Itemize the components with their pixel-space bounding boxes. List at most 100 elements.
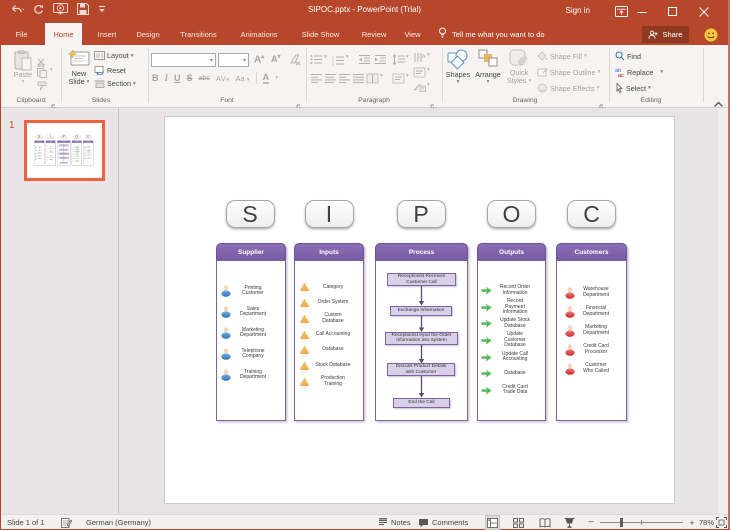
numbering-icon[interactable]: 123 — [332, 52, 345, 70]
tab-home[interactable]: Home — [45, 23, 82, 45]
slide-thumbnail[interactable]: SIPOCSupplier Printing Customer Sales De… — [24, 120, 105, 181]
reading-view-button[interactable] — [537, 515, 552, 530]
column-body-outputs[interactable]: Record Order Information Record Payment … — [72, 143, 82, 165]
reset-button[interactable]: Reset — [94, 65, 126, 75]
columns-icon[interactable] — [392, 71, 405, 89]
paragraph-dialog-launcher-icon[interactable] — [430, 98, 437, 105]
column-header-supplier[interactable]: Supplier — [216, 243, 286, 260]
column-body-outputs[interactable]: Record Order Information Record Payment … — [477, 260, 546, 421]
share-button[interactable]: Share — [642, 26, 689, 43]
tab-animations[interactable]: Animations — [232, 23, 286, 45]
change-case-button[interactable]: Aa ▾ — [236, 74, 250, 83]
comments-button[interactable]: Comments — [418, 515, 468, 530]
copy-dropdown-arrow[interactable]: ▾ — [50, 67, 53, 73]
normal-view-button[interactable] — [485, 515, 500, 530]
find-button[interactable]: Find — [615, 51, 641, 61]
column-body-inputs[interactable]: Category Order System Custom Database Ca… — [294, 260, 364, 421]
sipoc-letter-i[interactable]: I — [305, 200, 354, 228]
column-body-customers[interactable]: Warehouse Department Financial Departmen… — [556, 260, 627, 421]
tab-design[interactable]: Design — [131, 23, 165, 45]
shape-effects-button[interactable]: Shape Effects▾ — [537, 83, 599, 93]
drawing-dialog-launcher-icon[interactable] — [599, 98, 606, 105]
slide-show-button[interactable] — [562, 515, 577, 530]
process-step-2[interactable]: Exchange Information — [390, 306, 452, 316]
text-shadow-button[interactable]: abc — [199, 75, 210, 82]
process-step-1[interactable]: Receptionist Receives Customer Call — [387, 273, 456, 286]
tell-me-box[interactable]: Tell me what you want to do — [438, 23, 545, 45]
strikethrough-button[interactable]: S — [187, 73, 193, 83]
column-header-inputs[interactable]: Inputs — [294, 243, 364, 260]
slide-canvas[interactable]: SIPOCSupplier Printing Customer Sales De… — [27, 123, 100, 176]
font-size-combobox[interactable]: ▾ — [218, 53, 249, 67]
minimize-button[interactable] — [626, 0, 657, 23]
convert-to-smartart-icon[interactable] — [413, 80, 426, 98]
language-indicator[interactable]: German (Germany) — [86, 515, 151, 530]
process-step-5[interactable]: End the Call — [60, 162, 68, 163]
column-header-outputs[interactable]: Outputs — [477, 243, 546, 260]
quick-styles-button[interactable]: Quick Styles▾ — [505, 49, 533, 85]
format-painter-icon[interactable] — [37, 78, 48, 96]
font-name-combobox[interactable]: ▾ — [151, 53, 216, 67]
vertical-scrollbar[interactable] — [717, 108, 728, 514]
arrange-button[interactable]: Arrange ▾ — [474, 49, 502, 85]
tab-insert[interactable]: Insert — [92, 23, 122, 45]
clear-formatting-icon[interactable] — [289, 53, 301, 71]
font-dialog-launcher-icon[interactable] — [296, 98, 303, 105]
sipoc-letter-o[interactable]: O — [487, 200, 536, 228]
slide-canvas[interactable]: S I P O C Supplier Printing Customer Sales De… — [165, 117, 674, 503]
sipoc-letter-c[interactable]: C — [567, 200, 616, 228]
tab-review[interactable]: Review — [355, 23, 393, 45]
tab-transitions[interactable]: Transitions — [173, 23, 224, 45]
column-header-process[interactable]: Process — [375, 243, 468, 260]
zoom-slider-thumb[interactable] — [620, 518, 623, 527]
slide-indicator[interactable]: Slide 1 of 1 — [7, 515, 45, 530]
layout-button[interactable]: Layout▾ — [94, 51, 133, 60]
column-body-inputs[interactable]: Category Order System Custom Database Ca… — [45, 143, 55, 165]
align-right-icon[interactable] — [338, 71, 351, 89]
column-body-supplier[interactable]: Printing Customer Sales Department Marke… — [216, 260, 286, 421]
shapes-button[interactable]: Shapes ▾ — [445, 49, 471, 85]
shape-fill-button[interactable]: Shape Fill▾ — [537, 51, 587, 61]
decrease-indent-icon[interactable] — [358, 52, 371, 70]
paste-button[interactable]: Paste ▾ — [9, 50, 37, 85]
tab-view[interactable]: View — [397, 23, 428, 45]
zoom-level[interactable]: 78% — [699, 515, 714, 530]
sipoc-letter-c[interactable]: C — [85, 135, 92, 139]
shape-outline-button[interactable]: Shape Outline▾ — [537, 67, 600, 77]
sipoc-letter-p[interactable]: P — [397, 200, 446, 228]
notes-button[interactable]: Notes — [378, 515, 411, 530]
clipboard-dialog-launcher-icon[interactable] — [51, 98, 58, 105]
tab-file[interactable]: File — [9, 23, 34, 45]
decrease-font-size-icon[interactable]: A▾ — [271, 53, 281, 64]
fit-slide-to-window-icon[interactable] — [716, 515, 727, 530]
underline-button[interactable]: U — [174, 73, 181, 83]
font-color-button[interactable]: A — [263, 72, 270, 84]
line-spacing-icon[interactable] — [392, 52, 405, 70]
replace-button[interactable]: abac Replace▾ — [615, 67, 663, 77]
slide-sorter-view-button[interactable] — [511, 515, 526, 530]
section-button[interactable]: Section▾ — [94, 79, 136, 88]
zoom-out-button[interactable]: − — [587, 515, 595, 530]
sipoc-letter-p[interactable]: P — [60, 135, 67, 139]
maximize-button[interactable] — [657, 0, 688, 23]
spell-check-icon[interactable] — [61, 515, 72, 530]
new-slide-button[interactable]: New Slide▾ — [64, 50, 94, 86]
increase-indent-icon[interactable] — [374, 52, 387, 70]
increase-font-size-icon[interactable]: A▴ — [254, 53, 264, 65]
character-spacing-button[interactable]: AV▾ — [216, 74, 230, 83]
zoom-in-button[interactable]: + — [688, 515, 696, 530]
column-body-supplier[interactable]: Printing Customer Sales Department Marke… — [34, 143, 44, 165]
tab-slide-show[interactable]: Slide Show — [294, 23, 347, 45]
add-remove-columns-icon[interactable] — [366, 71, 379, 89]
align-left-icon[interactable] — [310, 71, 323, 89]
sipoc-letter-s[interactable]: S — [226, 200, 275, 228]
align-center-icon[interactable] — [324, 71, 337, 89]
sipoc-letter-o[interactable]: O — [73, 135, 80, 139]
sipoc-letter-i[interactable]: I — [47, 135, 54, 139]
sipoc-letter-s[interactable]: S — [36, 135, 43, 139]
column-header-customers[interactable]: Customers — [556, 243, 627, 260]
justify-icon[interactable] — [352, 71, 365, 89]
sign-in-link[interactable]: Sign in — [566, 6, 590, 15]
process-step-3[interactable]: Receptionist Input the Order Information… — [385, 332, 458, 345]
bullets-icon[interactable] — [310, 52, 323, 70]
